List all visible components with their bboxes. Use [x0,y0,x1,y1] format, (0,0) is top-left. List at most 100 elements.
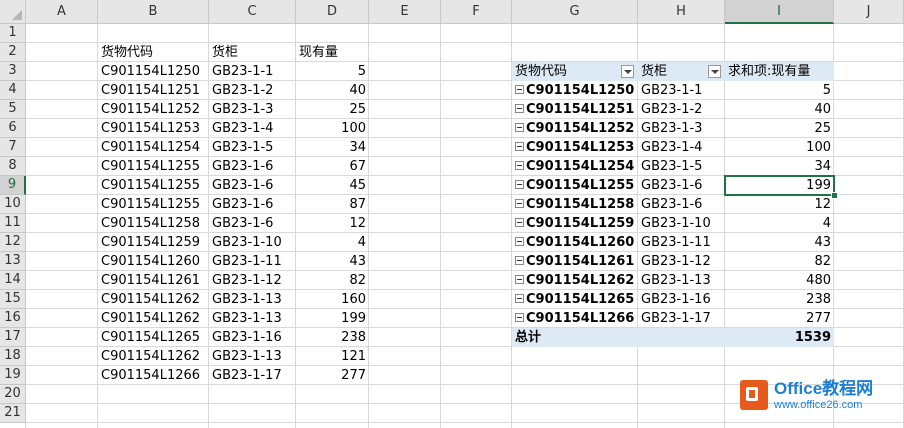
pivot-header-cell[interactable]: 货物代码 [512,62,638,81]
pivot-container-cell[interactable]: GB23-1-5 [638,157,725,176]
pivot-sum-cell[interactable]: 12 [725,195,834,214]
source-cell[interactable]: C901154L1259 [98,233,209,252]
source-cell[interactable]: GB23-1-13 [209,290,296,309]
source-cell[interactable]: 5 [296,62,369,81]
source-cell[interactable]: GB23-1-3 [209,100,296,119]
collapse-icon[interactable] [515,256,524,265]
column-header-g[interactable]: G [512,0,638,24]
pivot-row-label[interactable]: C901154L1261 [512,252,638,271]
source-cell[interactable]: 4 [296,233,369,252]
source-cell[interactable]: GB23-1-17 [209,366,296,385]
collapse-icon[interactable] [515,161,524,170]
pivot-container-cell[interactable]: GB23-1-4 [638,138,725,157]
row-header-15[interactable]: 15 [0,290,26,309]
source-cell[interactable]: C901154L1266 [98,366,209,385]
source-cell[interactable]: GB23-1-6 [209,214,296,233]
pivot-container-cell[interactable]: GB23-1-13 [638,271,725,290]
row-header-12[interactable]: 12 [0,233,26,252]
pivot-total-label[interactable]: 总计 [512,328,725,347]
row-header-18[interactable]: 18 [0,347,26,366]
source-cell[interactable]: C901154L1261 [98,271,209,290]
source-cell[interactable]: 34 [296,138,369,157]
pivot-sum-cell[interactable]: 82 [725,252,834,271]
source-cell[interactable]: GB23-1-6 [209,157,296,176]
source-cell[interactable]: 160 [296,290,369,309]
filter-dropdown-icon[interactable] [621,65,634,78]
source-cell[interactable]: GB23-1-13 [209,309,296,328]
collapse-icon[interactable] [515,104,524,113]
row-header-19[interactable]: 19 [0,366,26,385]
pivot-container-cell[interactable]: GB23-1-6 [638,176,725,195]
source-cell[interactable]: C901154L1262 [98,290,209,309]
row-header-2[interactable]: 2 [0,43,26,62]
collapse-icon[interactable] [515,142,524,151]
source-cell[interactable]: C901154L1262 [98,309,209,328]
row-header-11[interactable]: 11 [0,214,26,233]
source-cell[interactable]: 43 [296,252,369,271]
row-header-14[interactable]: 14 [0,271,26,290]
pivot-sum-cell[interactable]: 277 [725,309,834,328]
pivot-container-cell[interactable]: GB23-1-3 [638,119,725,138]
fill-handle[interactable] [831,192,838,199]
row-header-4[interactable]: 4 [0,81,26,100]
source-cell[interactable]: C901154L1251 [98,81,209,100]
pivot-row-label[interactable]: C901154L1258 [512,195,638,214]
source-cell[interactable]: 87 [296,195,369,214]
collapse-icon[interactable] [515,85,524,94]
column-header-j[interactable]: J [834,0,904,24]
row-header-17[interactable]: 17 [0,328,26,347]
pivot-sum-cell[interactable]: 4 [725,214,834,233]
source-cell[interactable]: GB23-1-4 [209,119,296,138]
source-cell[interactable]: 121 [296,347,369,366]
pivot-sum-cell[interactable]: 40 [725,100,834,119]
source-cell[interactable]: C901154L1252 [98,100,209,119]
collapse-icon[interactable] [515,275,524,284]
pivot-container-cell[interactable]: GB23-1-16 [638,290,725,309]
pivot-header-cell[interactable]: 求和项:现有量 [725,62,834,81]
source-cell[interactable]: 82 [296,271,369,290]
collapse-icon[interactable] [515,199,524,208]
active-cell-selection[interactable] [724,175,835,196]
source-header-cell[interactable]: 货柜 [209,43,296,62]
pivot-container-cell[interactable]: GB23-1-17 [638,309,725,328]
select-all-corner[interactable] [0,0,26,24]
collapse-icon[interactable] [515,180,524,189]
source-cell[interactable]: 199 [296,309,369,328]
pivot-sum-cell[interactable]: 238 [725,290,834,309]
pivot-row-label[interactable]: C901154L1254 [512,157,638,176]
source-cell[interactable]: C901154L1255 [98,176,209,195]
source-cell[interactable]: GB23-1-12 [209,271,296,290]
source-cell[interactable]: 277 [296,366,369,385]
row-header-1[interactable]: 1 [0,24,26,43]
pivot-row-label[interactable]: C901154L1250 [512,81,638,100]
source-cell[interactable]: GB23-1-10 [209,233,296,252]
column-header-i[interactable]: I [725,0,834,24]
pivot-row-label[interactable]: C901154L1251 [512,100,638,119]
source-cell[interactable]: C901154L1255 [98,157,209,176]
row-header-7[interactable]: 7 [0,138,26,157]
collapse-icon[interactable] [515,294,524,303]
collapse-icon[interactable] [515,123,524,132]
column-header-f[interactable]: F [441,0,512,24]
pivot-container-cell[interactable]: GB23-1-11 [638,233,725,252]
pivot-container-cell[interactable]: GB23-1-1 [638,81,725,100]
row-header-16[interactable]: 16 [0,309,26,328]
source-cell[interactable]: C901154L1265 [98,328,209,347]
row-header-13[interactable]: 13 [0,252,26,271]
source-cell[interactable]: GB23-1-16 [209,328,296,347]
source-header-cell[interactable]: 现有量 [296,43,369,62]
pivot-sum-cell[interactable]: 100 [725,138,834,157]
collapse-icon[interactable] [515,313,524,322]
pivot-sum-cell[interactable]: 34 [725,157,834,176]
source-cell[interactable]: C901154L1260 [98,252,209,271]
source-cell[interactable]: GB23-1-6 [209,195,296,214]
source-cell[interactable]: GB23-1-13 [209,347,296,366]
pivot-sum-cell[interactable]: 480 [725,271,834,290]
source-cell[interactable]: C901154L1255 [98,195,209,214]
pivot-total-value[interactable]: 1539 [725,328,834,347]
column-header-b[interactable]: B [98,0,209,24]
column-header-c[interactable]: C [209,0,296,24]
row-header-9[interactable]: 9 [0,176,26,195]
pivot-sum-cell[interactable]: 5 [725,81,834,100]
pivot-row-label[interactable]: C901154L1255 [512,176,638,195]
